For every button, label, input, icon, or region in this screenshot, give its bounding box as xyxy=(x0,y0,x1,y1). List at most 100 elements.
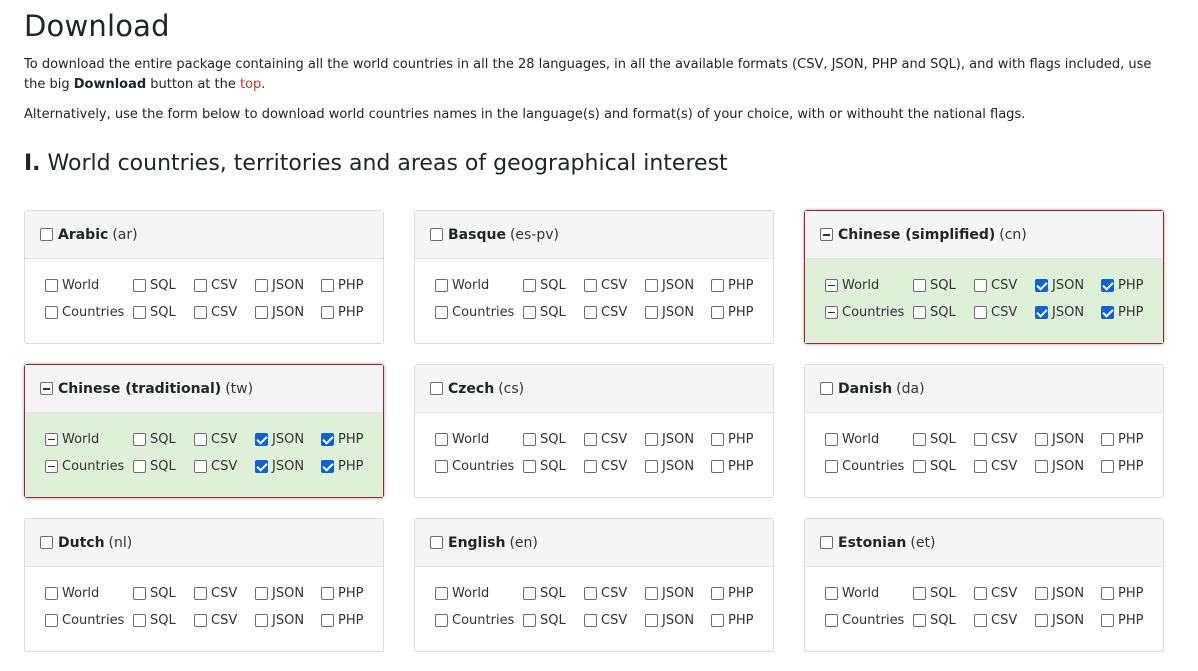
world-option[interactable]: World xyxy=(825,429,879,449)
countries-csv-checkbox[interactable] xyxy=(584,459,597,473)
world-php-checkbox[interactable] xyxy=(711,432,724,446)
language-name[interactable]: Danish xyxy=(838,381,892,397)
world-csv-option[interactable]: CSV xyxy=(584,583,627,603)
countries-option[interactable]: Countries xyxy=(435,302,514,322)
world-json-checkbox[interactable] xyxy=(255,432,268,446)
world-php-option[interactable]: PHP xyxy=(321,429,363,449)
world-sql-checkbox[interactable] xyxy=(913,432,926,446)
world-csv-checkbox[interactable] xyxy=(974,278,987,292)
world-php-option[interactable]: PHP xyxy=(321,275,363,295)
world-checkbox[interactable] xyxy=(435,586,448,600)
countries-sql-option[interactable]: SQL xyxy=(133,456,176,476)
world-json-option[interactable]: JSON xyxy=(255,429,304,449)
countries-sql-option[interactable]: SQL xyxy=(133,610,176,630)
countries-checkbox[interactable] xyxy=(825,613,838,627)
world-php-checkbox[interactable] xyxy=(321,586,334,600)
countries-csv-option[interactable]: CSV xyxy=(194,456,237,476)
countries-csv-option[interactable]: CSV xyxy=(194,610,237,630)
language-name[interactable]: Basque xyxy=(448,227,506,243)
countries-json-option[interactable]: JSON xyxy=(645,456,694,476)
world-sql-checkbox[interactable] xyxy=(523,278,536,292)
countries-checkbox[interactable] xyxy=(45,613,58,627)
countries-php-checkbox[interactable] xyxy=(711,613,724,627)
world-json-option[interactable]: JSON xyxy=(255,275,304,295)
world-php-checkbox[interactable] xyxy=(1101,586,1114,600)
countries-json-checkbox[interactable] xyxy=(255,459,268,473)
countries-option[interactable]: Countries xyxy=(435,456,514,476)
language-checkbox-dutch[interactable] xyxy=(40,536,53,549)
world-csv-checkbox[interactable] xyxy=(584,586,597,600)
world-checkbox[interactable] xyxy=(45,432,58,446)
countries-checkbox[interactable] xyxy=(435,613,448,627)
countries-checkbox[interactable] xyxy=(825,305,838,319)
world-sql-option[interactable]: SQL xyxy=(523,275,566,295)
countries-checkbox[interactable] xyxy=(435,459,448,473)
top-link[interactable]: top xyxy=(240,77,261,92)
world-php-option[interactable]: PHP xyxy=(711,583,753,603)
world-option[interactable]: World xyxy=(435,429,489,449)
countries-checkbox[interactable] xyxy=(825,459,838,473)
world-sql-checkbox[interactable] xyxy=(913,278,926,292)
countries-sql-option[interactable]: SQL xyxy=(523,610,566,630)
language-checkbox-chinese-traditional[interactable] xyxy=(40,382,53,395)
countries-json-checkbox[interactable] xyxy=(255,613,268,627)
world-checkbox[interactable] xyxy=(435,432,448,446)
world-json-option[interactable]: JSON xyxy=(645,275,694,295)
countries-json-checkbox[interactable] xyxy=(1035,305,1048,319)
world-csv-option[interactable]: CSV xyxy=(194,583,237,603)
language-checkbox-danish[interactable] xyxy=(820,382,833,395)
language-checkbox-english[interactable] xyxy=(430,536,443,549)
countries-php-checkbox[interactable] xyxy=(1101,613,1114,627)
world-csv-checkbox[interactable] xyxy=(194,278,207,292)
world-sql-option[interactable]: SQL xyxy=(913,275,956,295)
countries-php-option[interactable]: PHP xyxy=(1101,610,1143,630)
world-php-checkbox[interactable] xyxy=(711,278,724,292)
world-php-checkbox[interactable] xyxy=(1101,432,1114,446)
world-sql-checkbox[interactable] xyxy=(133,432,146,446)
countries-csv-checkbox[interactable] xyxy=(194,613,207,627)
countries-json-option[interactable]: JSON xyxy=(1035,456,1084,476)
world-csv-checkbox[interactable] xyxy=(584,432,597,446)
world-sql-option[interactable]: SQL xyxy=(913,429,956,449)
world-sql-option[interactable]: SQL xyxy=(133,275,176,295)
countries-json-checkbox[interactable] xyxy=(645,305,658,319)
language-name[interactable]: Chinese (simplified) xyxy=(838,227,995,243)
language-name[interactable]: Chinese (traditional) xyxy=(58,381,221,397)
language-name[interactable]: Arabic xyxy=(58,227,108,243)
countries-json-option[interactable]: JSON xyxy=(255,302,304,322)
language-name[interactable]: Dutch xyxy=(58,535,105,551)
countries-csv-option[interactable]: CSV xyxy=(974,456,1017,476)
countries-sql-checkbox[interactable] xyxy=(913,459,926,473)
countries-php-checkbox[interactable] xyxy=(321,305,334,319)
countries-json-option[interactable]: JSON xyxy=(255,456,304,476)
countries-csv-option[interactable]: CSV xyxy=(584,610,627,630)
world-json-checkbox[interactable] xyxy=(1035,432,1048,446)
world-sql-checkbox[interactable] xyxy=(133,586,146,600)
countries-sql-checkbox[interactable] xyxy=(133,613,146,627)
language-name[interactable]: English xyxy=(448,535,505,551)
countries-json-checkbox[interactable] xyxy=(645,613,658,627)
countries-csv-checkbox[interactable] xyxy=(584,305,597,319)
language-checkbox-estonian[interactable] xyxy=(820,536,833,549)
countries-php-checkbox[interactable] xyxy=(321,613,334,627)
countries-json-option[interactable]: JSON xyxy=(1035,302,1084,322)
countries-option[interactable]: Countries xyxy=(45,456,124,476)
world-sql-option[interactable]: SQL xyxy=(523,583,566,603)
countries-sql-option[interactable]: SQL xyxy=(913,456,956,476)
world-csv-option[interactable]: CSV xyxy=(974,583,1017,603)
countries-json-checkbox[interactable] xyxy=(1035,613,1048,627)
world-csv-checkbox[interactable] xyxy=(194,432,207,446)
world-json-option[interactable]: JSON xyxy=(1035,275,1084,295)
world-php-option[interactable]: PHP xyxy=(321,583,363,603)
countries-php-checkbox[interactable] xyxy=(321,459,334,473)
world-sql-option[interactable]: SQL xyxy=(913,583,956,603)
countries-csv-checkbox[interactable] xyxy=(194,459,207,473)
countries-csv-checkbox[interactable] xyxy=(974,613,987,627)
world-json-option[interactable]: JSON xyxy=(645,429,694,449)
world-csv-option[interactable]: CSV xyxy=(584,275,627,295)
countries-json-option[interactable]: JSON xyxy=(645,610,694,630)
countries-checkbox[interactable] xyxy=(435,305,448,319)
world-sql-option[interactable]: SQL xyxy=(133,429,176,449)
world-checkbox[interactable] xyxy=(825,432,838,446)
world-php-option[interactable]: PHP xyxy=(711,429,753,449)
